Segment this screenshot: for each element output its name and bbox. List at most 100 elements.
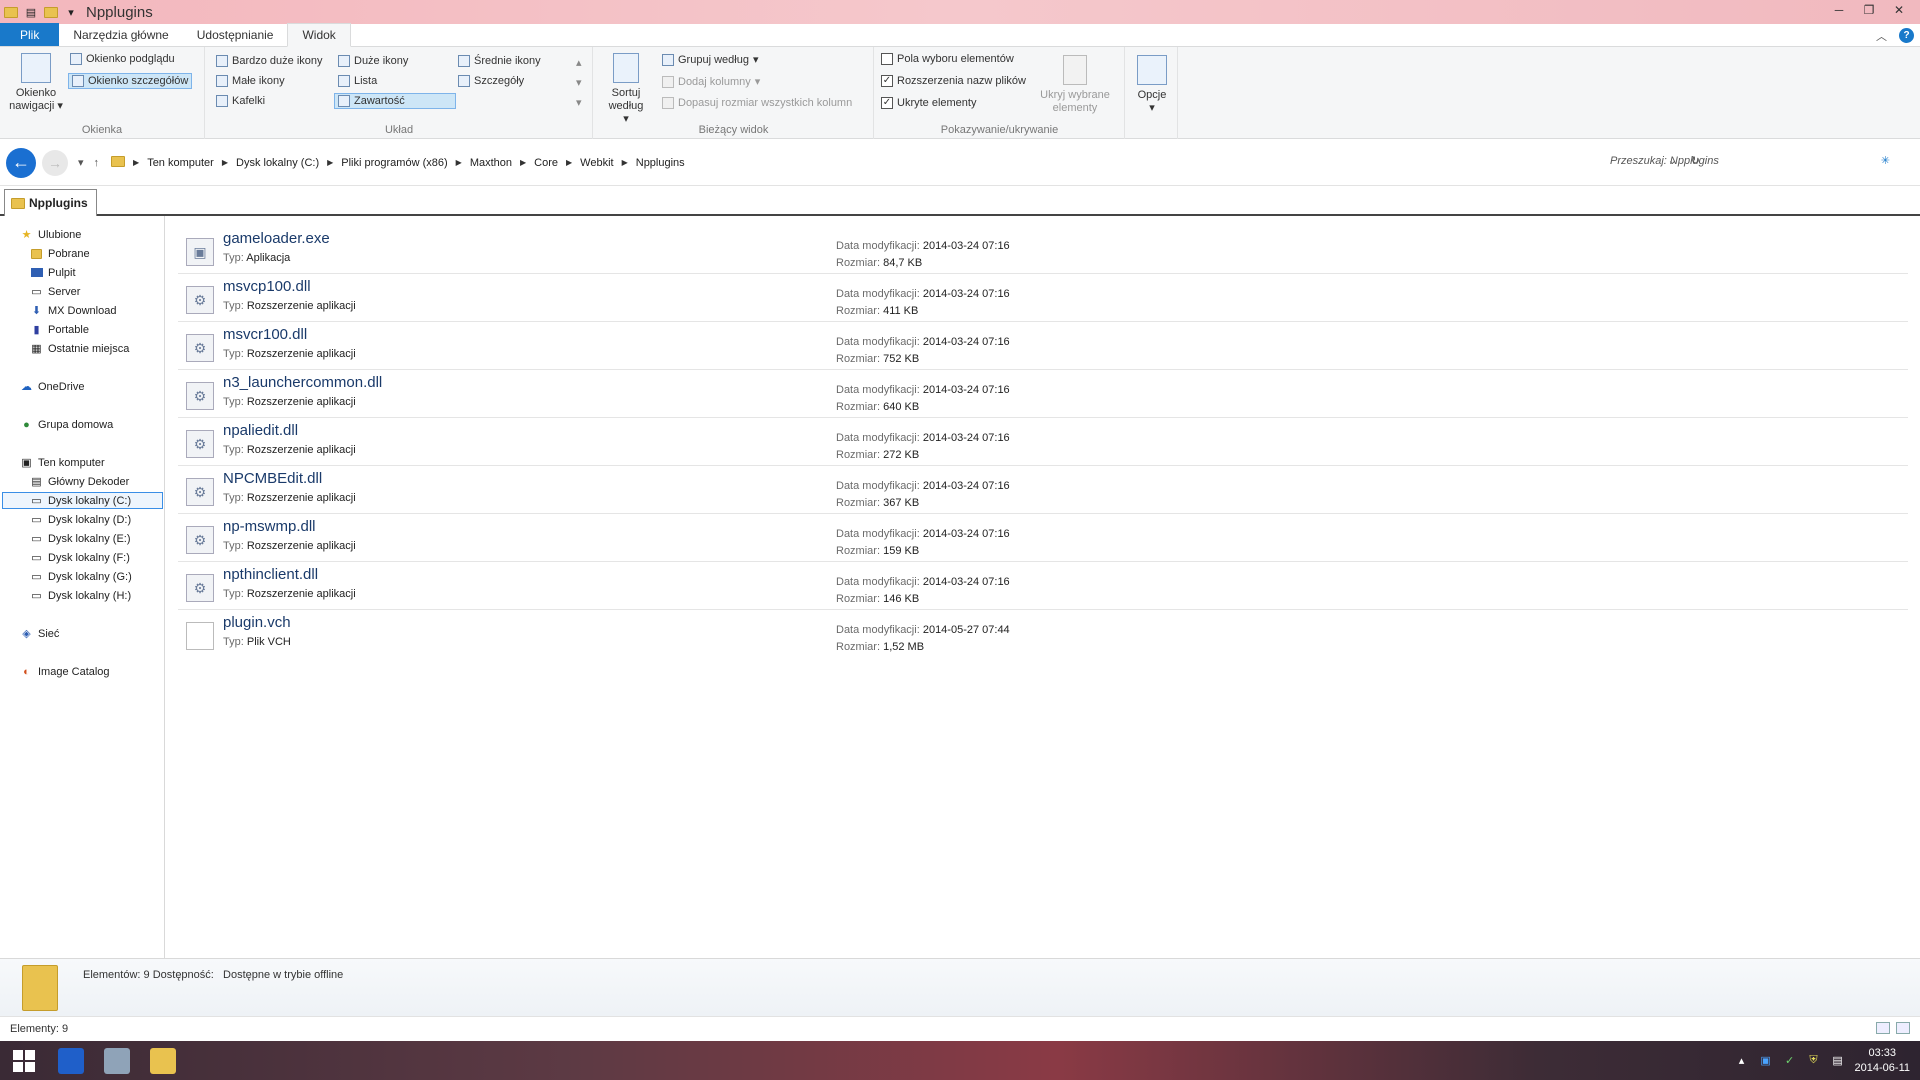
minimize-button[interactable]: ─ (1824, 0, 1854, 20)
current-view-group-label: Bieżący widok (698, 124, 769, 136)
maxthon-tray-icon[interactable]: ▣ (1759, 1054, 1773, 1068)
chevron-up-icon[interactable]: ▴ (1735, 1054, 1749, 1068)
taskbar-app[interactable] (94, 1041, 140, 1080)
nav-drive-h[interactable]: ▭ Dysk lokalny (H:) (30, 587, 131, 604)
crumb-program-files[interactable]: Pliki programów (x86) (333, 157, 455, 169)
sort-by-button[interactable]: Sortuj według ▾ (606, 53, 646, 126)
up-arrow-icon[interactable]: ↑ (94, 157, 100, 169)
search-input[interactable]: Przeszukaj: Npplugins ✳ (1610, 154, 1890, 168)
recent-locations-icon[interactable]: ▾ (78, 156, 84, 169)
nav-drive-e[interactable]: ▭ Dysk lokalny (E:) (30, 530, 130, 547)
tab-view[interactable]: Widok (287, 23, 351, 47)
back-button[interactable]: ← (6, 147, 36, 178)
list-item[interactable]: ⚙ n3_launchercommon.dll Typ: Rozszerzeni… (178, 370, 1908, 418)
crumb-core[interactable]: Core (526, 157, 566, 169)
file-extensions-toggle[interactable]: ✓ Rozszerzenia nazw plików (881, 75, 1026, 87)
taskbar-explorer[interactable] (140, 1041, 186, 1080)
crumb-maxthon[interactable]: Maxthon (462, 157, 520, 169)
taskbar-maxthon[interactable] (48, 1041, 94, 1080)
add-columns-button[interactable]: Dodaj kolumny ▾ (662, 75, 760, 88)
chevron-down-icon[interactable]: ▾ (576, 75, 582, 91)
group-by-button[interactable]: Grupuj według ▾ (662, 53, 758, 66)
layout-medium-icons[interactable]: Średnie ikony (458, 55, 541, 67)
tab-file[interactable]: Plik (0, 23, 60, 46)
nav-network[interactable]: ◈ Sieć (20, 625, 59, 642)
list-item[interactable]: ▣ gameloader.exe Typ: Aplikacja Data mod… (178, 226, 1908, 274)
folder-icon (4, 5, 18, 19)
list-item[interactable]: ⚙ msvcr100.dll Typ: Rozszerzenie aplikac… (178, 322, 1908, 370)
list-item[interactable]: ⚙ np-mswmp.dll Typ: Rozszerzenie aplikac… (178, 514, 1908, 562)
tab-share[interactable]: Udostępnianie (183, 23, 288, 46)
nav-drive-c[interactable]: ▭ Dysk lokalny (C:) (2, 492, 163, 509)
nav-this-pc[interactable]: ▣ Ten komputer (20, 454, 104, 471)
navigation-pane-button[interactable]: Okienko nawigacji ▾ (6, 53, 66, 113)
item-checkboxes-toggle[interactable]: Pola wyboru elementów (881, 53, 1014, 65)
hide-selected-button[interactable]: Ukryj wybrane elementy (1037, 55, 1113, 115)
layout-content[interactable]: Zawartość (334, 93, 456, 109)
list-item[interactable]: ⚙ npaliedit.dll Typ: Rozszerzenie aplika… (178, 418, 1908, 466)
layout-details[interactable]: Szczegóły (458, 75, 524, 87)
layout-scroll[interactable]: ▴ ▾ ▾ (576, 55, 582, 111)
nav-image-catalog[interactable]: ◐ Image Catalog (20, 663, 109, 680)
list-item[interactable]: ⚙ NPCMBEdit.dll Typ: Rozszerzenie aplika… (178, 466, 1908, 514)
tab-npplugins[interactable]: Npplugins (4, 189, 97, 216)
list-item[interactable]: ⚙ msvcp100.dll Typ: Rozszerzenie aplikac… (178, 274, 1908, 322)
nav-drive-d[interactable]: ▭ Dysk lokalny (D:) (30, 511, 131, 528)
nav-mx-download[interactable]: ⬇ MX Download (30, 302, 117, 319)
list-item[interactable]: ⚙ npthinclient.dll Typ: Rozszerzenie apl… (178, 562, 1908, 610)
close-button[interactable]: ✕ (1884, 0, 1914, 20)
nav-homegroup[interactable]: ● Grupa domowa (20, 416, 113, 433)
nav-desktop[interactable]: Pulpit (30, 264, 76, 281)
list-item[interactable]: plugin.vch Typ: Plik VCH Data modyfikacj… (178, 610, 1908, 658)
nav-recent-places[interactable]: ▦ Ostatnie miejsca (30, 340, 129, 357)
network-status-icon[interactable]: ▤ (1831, 1054, 1845, 1068)
item-checkboxes-checkbox[interactable] (881, 53, 893, 65)
start-button[interactable] (0, 1041, 48, 1080)
clock[interactable]: 03:33 2014-06-11 (1855, 1046, 1910, 1076)
fit-columns-button[interactable]: Dopasuj rozmiar wszystkich kolumn (662, 97, 852, 109)
chevron-down-icon[interactable]: ▾ (64, 5, 78, 19)
maximize-button[interactable]: ❐ (1854, 0, 1884, 20)
crumb-webkit[interactable]: Webkit (572, 157, 621, 169)
nav-main-decoder[interactable]: ▤ Główny Dekoder (30, 473, 129, 490)
more-icon[interactable]: ▾ (576, 95, 582, 111)
options-button[interactable]: Opcje ▾ (1134, 55, 1170, 115)
layout-extra-large-icons[interactable]: Bardzo duże ikony (216, 55, 323, 67)
item-count: Elementy: 9 (10, 1023, 69, 1035)
file-extensions-checkbox[interactable]: ✓ (881, 75, 893, 87)
large-icons-view-icon[interactable] (1896, 1022, 1910, 1034)
properties-icon[interactable]: ▤ (24, 5, 38, 19)
layout-tiles[interactable]: Kafelki (216, 95, 265, 107)
nav-drive-f[interactable]: ▭ Dysk lokalny (F:) (30, 549, 130, 566)
hidden-items-checkbox[interactable]: ✓ (881, 97, 893, 109)
tiles-icon (216, 95, 228, 107)
tray-app-icon[interactable]: ✓ (1783, 1054, 1797, 1068)
preview-pane-button[interactable]: Okienko podglądu (70, 53, 175, 65)
tab-home[interactable]: Narzędzia główne (59, 23, 182, 46)
search-icon[interactable]: ✳ (1881, 154, 1890, 167)
layout-list[interactable]: Lista (338, 75, 377, 87)
details-pane-button[interactable]: Okienko szczegółów (68, 73, 193, 89)
file-list: ▣ gameloader.exe Typ: Aplikacja Data mod… (166, 216, 1920, 958)
crumb-drive-c[interactable]: Dysk lokalny (C:) (228, 157, 327, 169)
forward-button[interactable]: → (42, 149, 68, 176)
chevron-up-icon[interactable]: ▴ (576, 55, 582, 71)
help-icon[interactable]: ? (1899, 28, 1914, 43)
nav-favorites[interactable]: ★ Ulubione (20, 226, 82, 243)
hidden-items-toggle[interactable]: ✓ Ukryte elementy (881, 97, 976, 109)
nav-portable[interactable]: ▮ Portable (30, 321, 89, 338)
security-icon[interactable]: ⛨ (1807, 1054, 1821, 1068)
nav-downloads[interactable]: Pobrane (30, 245, 90, 262)
nav-server[interactable]: ▭ Server (30, 283, 80, 300)
crumb-npplugins[interactable]: Npplugins (628, 157, 693, 169)
file-modified: Data modyfikacji: 2014-03-24 07:16 (836, 528, 1010, 540)
new-folder-icon[interactable] (44, 5, 58, 19)
nav-onedrive[interactable]: ☁ OneDrive (20, 378, 84, 395)
details-icon (458, 75, 470, 87)
crumb-this-pc[interactable]: Ten komputer (139, 157, 222, 169)
collapse-ribbon-icon[interactable]: ︿ (1876, 28, 1887, 44)
nav-drive-g[interactable]: ▭ Dysk lokalny (G:) (30, 568, 131, 585)
layout-small-icons[interactable]: Małe ikony (216, 75, 285, 87)
layout-large-icons[interactable]: Duże ikony (338, 55, 408, 67)
details-view-icon[interactable] (1876, 1022, 1890, 1034)
